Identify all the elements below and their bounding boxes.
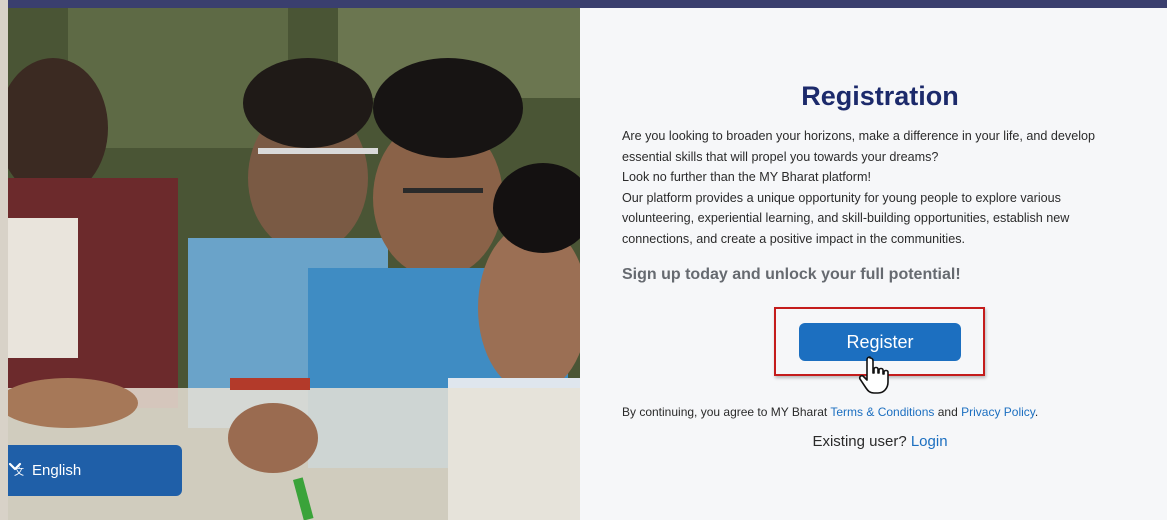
screen: 文 English Registration Are you looking t…	[0, 0, 1167, 520]
intro-line: volunteering, experiential learning, and…	[622, 211, 1070, 225]
existing-user-text: Existing user?	[812, 433, 911, 450]
page-title: Registration	[801, 81, 959, 111]
intro-line: essential skills that will propel you to…	[622, 149, 939, 164]
existing-user-line: Existing user? Login	[580, 433, 1167, 450]
registration-panel: Registration Are you looking to broaden …	[580, 8, 1167, 520]
language-label: English	[32, 462, 82, 479]
intro-line: Our platform provides a unique opportuni…	[622, 190, 1061, 205]
login-link[interactable]: Login	[911, 433, 948, 450]
language-selector[interactable]: 文 English	[8, 445, 182, 496]
window-top-border	[8, 0, 1167, 8]
intro-line: connections, and create a positive impac…	[622, 231, 966, 246]
hand-cursor-icon	[858, 356, 889, 394]
terms-and: and	[934, 405, 962, 419]
privacy-link[interactable]: Privacy Policy	[961, 405, 1035, 419]
intro-line: Look no further than the MY Bharat platf…	[622, 170, 871, 184]
window-left-edge	[0, 0, 8, 520]
intro-line: Are you looking to broaden your horizons…	[622, 129, 1096, 143]
terms-suffix: .	[1034, 405, 1039, 419]
signup-tagline: Sign up today and unlock your full poten…	[622, 266, 961, 283]
terms-prefix: By continuing, you agree to MY Bharat	[622, 405, 831, 419]
intro-paragraph: Are you looking to broaden your horizons…	[622, 126, 1162, 249]
chevron-down-icon	[8, 462, 22, 471]
terms-notice: By continuing, you agree to MY Bharat Te…	[622, 405, 1162, 419]
students-illustration	[8, 8, 580, 520]
hero-photo: 文 English	[8, 8, 580, 520]
terms-link[interactable]: Terms & Conditions	[830, 405, 934, 419]
